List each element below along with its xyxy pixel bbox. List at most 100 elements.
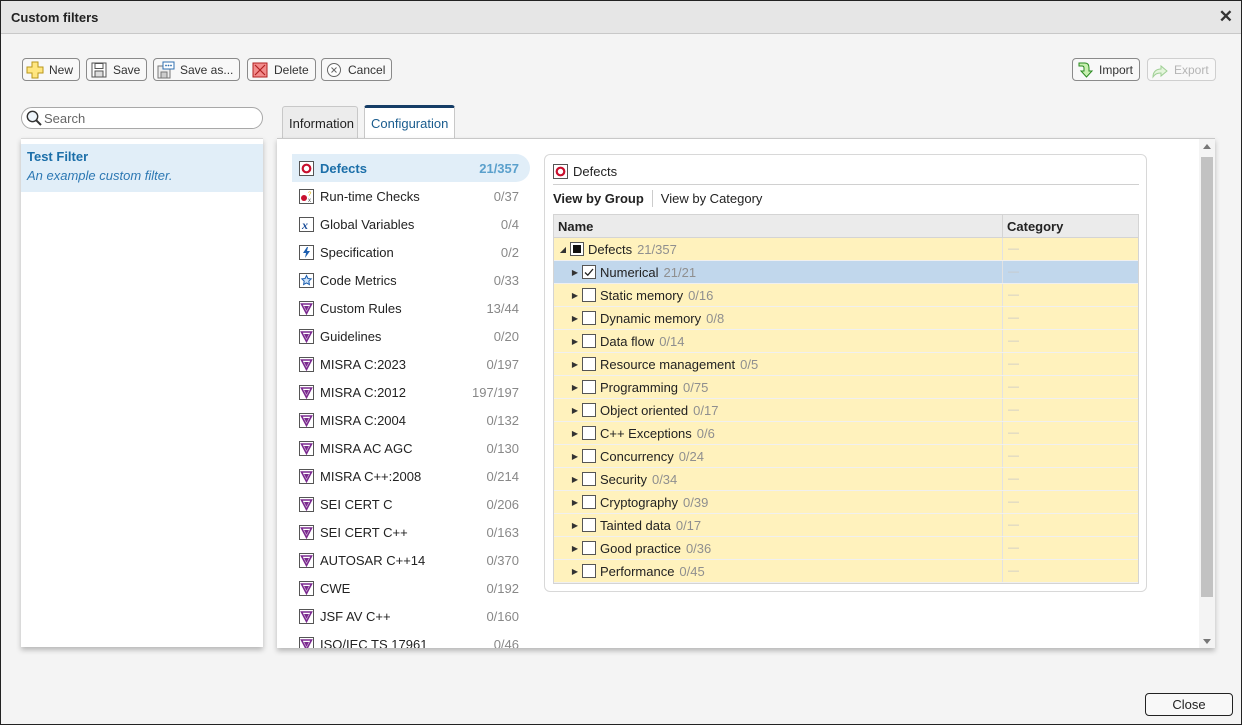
expand-arrow-icon[interactable]: ▶: [570, 268, 580, 277]
checkbox[interactable]: [582, 541, 596, 555]
category-item-autosar-c-14[interactable]: AUTOSAR C++14 0/370: [292, 546, 530, 574]
category-item-guidelines[interactable]: Guidelines 0/20: [292, 322, 530, 350]
tree-row[interactable]: ▶ Tainted data 0/17 —: [554, 514, 1138, 537]
import-button[interactable]: Import: [1072, 58, 1141, 81]
tree-row[interactable]: ▶ C++ Exceptions 0/6 —: [554, 422, 1138, 445]
close-button[interactable]: Close: [1145, 693, 1233, 716]
category-item-code-metrics[interactable]: Code Metrics 0/33: [292, 266, 530, 294]
export-arrow-icon: [1151, 61, 1169, 79]
tree-row[interactable]: ▶ Object oriented 0/17 —: [554, 399, 1138, 422]
tab-configuration[interactable]: Configuration: [364, 105, 455, 138]
scroll-up-icon[interactable]: [1203, 144, 1211, 149]
vertical-scrollbar[interactable]: [1199, 139, 1215, 648]
category-item-misra-c-2023[interactable]: MISRA C:2023 0/197: [292, 350, 530, 378]
tab-information[interactable]: Information: [282, 106, 358, 138]
expand-arrow-icon[interactable]: ▶: [570, 475, 580, 484]
filter-item-test-filter[interactable]: Test Filter An example custom filter.: [21, 144, 263, 192]
checkbox[interactable]: [582, 380, 596, 394]
expand-arrow-icon[interactable]: ▶: [570, 314, 580, 323]
export-button[interactable]: Export: [1147, 58, 1216, 81]
view-by-group-button[interactable]: View by Group: [553, 191, 644, 206]
category-count: 0/2: [500, 244, 519, 260]
defects-icon: [553, 164, 568, 179]
row-name: Object oriented: [600, 402, 689, 418]
expand-arrow-icon[interactable]: ▶: [570, 360, 580, 369]
expand-arrow-icon[interactable]: ▶: [570, 429, 580, 438]
filter-description: An example custom filter.: [27, 168, 173, 183]
category-item-custom-rules[interactable]: Custom Rules 13/44: [292, 294, 530, 322]
checkbox[interactable]: [582, 472, 596, 486]
tree-row[interactable]: ▶ Programming 0/75 —: [554, 376, 1138, 399]
new-button[interactable]: New: [22, 58, 81, 81]
tree-row[interactable]: ▶ Data flow 0/14 —: [554, 330, 1138, 353]
search-input[interactable]: [44, 110, 254, 126]
tree-row[interactable]: ▶ Static memory 0/16 —: [554, 284, 1138, 307]
category-item-misra-c-2012[interactable]: MISRA C:2012 197/197: [292, 378, 530, 406]
category-item-misra-c-2004[interactable]: MISRA C:2004 0/132: [292, 406, 530, 434]
category-item-misra-ac-agc[interactable]: MISRA AC AGC 0/130: [292, 434, 530, 462]
row-count: 0/75: [683, 379, 709, 395]
save-button[interactable]: Save: [86, 58, 148, 81]
tree-row[interactable]: ▶ Performance 0/45 —: [554, 560, 1138, 583]
checkbox[interactable]: [582, 426, 596, 440]
category-item-iso-iec-ts-17961[interactable]: ISO/IEC TS 17961 0/46: [292, 630, 530, 648]
category-item-sei-cert-c[interactable]: SEI CERT C++ 0/163: [292, 518, 530, 546]
checkbox[interactable]: [582, 311, 596, 325]
search-box[interactable]: [21, 107, 263, 129]
partial-checkbox[interactable]: [570, 242, 584, 256]
category-cell: —: [1008, 335, 1019, 347]
category-cell: —: [1008, 427, 1019, 439]
tree-row[interactable]: ▶ Good practice 0/36 —: [554, 537, 1138, 560]
category-item-jsf-av-c[interactable]: JSF AV C++ 0/160: [292, 602, 530, 630]
tree-row[interactable]: ▶ Security 0/34 —: [554, 468, 1138, 491]
category-item-misra-c-2008[interactable]: MISRA C++:2008 0/214: [292, 462, 530, 490]
checkbox[interactable]: [582, 564, 596, 578]
checkbox[interactable]: [582, 518, 596, 532]
category-label: MISRA C:2004: [320, 412, 406, 428]
expand-arrow-icon[interactable]: ▶: [570, 452, 580, 461]
cancel-button[interactable]: Cancel: [321, 58, 393, 81]
coding-standard-icon: [299, 356, 314, 372]
close-icon[interactable]: ✕: [1219, 7, 1233, 27]
checkbox[interactable]: [582, 449, 596, 463]
checkbox[interactable]: [582, 357, 596, 371]
column-header-name[interactable]: Name: [554, 215, 1003, 237]
checkbox[interactable]: [582, 495, 596, 509]
expand-arrow-icon[interactable]: ▶: [570, 498, 580, 507]
category-count: 0/370: [486, 552, 519, 568]
tree-row[interactable]: ▶ Concurrency 0/24 —: [554, 445, 1138, 468]
collapse-arrow-icon[interactable]: ◢: [558, 245, 568, 254]
column-header-category[interactable]: Category: [1003, 215, 1138, 237]
save-as-button[interactable]: Save as...: [153, 58, 241, 81]
view-by-category-button[interactable]: View by Category: [661, 191, 763, 206]
checkbox[interactable]: [582, 334, 596, 348]
category-item-global-variables[interactable]: x Global Variables 0/4: [292, 210, 530, 238]
expand-arrow-icon[interactable]: ▶: [570, 406, 580, 415]
checked-checkbox[interactable]: [582, 265, 596, 279]
category-item-defects[interactable]: Defects 21/357: [292, 154, 530, 182]
tree-row[interactable]: ▶ Dynamic memory 0/8 —: [554, 307, 1138, 330]
expand-arrow-icon[interactable]: ▶: [570, 544, 580, 553]
category-item-specification[interactable]: Specification 0/2: [292, 238, 530, 266]
new-label: New: [49, 62, 74, 77]
delete-button[interactable]: Delete: [247, 58, 316, 81]
category-label: Defects: [320, 160, 367, 176]
tree-row-root[interactable]: ◢ Defects 21/357 —: [554, 238, 1138, 261]
expand-arrow-icon[interactable]: ▶: [570, 567, 580, 576]
tree-row[interactable]: ▶ Resource management 0/5 —: [554, 353, 1138, 376]
tree-header: Name Category: [554, 215, 1138, 238]
checkbox[interactable]: [582, 288, 596, 302]
expand-arrow-icon[interactable]: ▶: [570, 521, 580, 530]
expand-arrow-icon[interactable]: ▶: [570, 291, 580, 300]
category-item-cwe[interactable]: CWE 0/192: [292, 574, 530, 602]
checkbox[interactable]: [582, 403, 596, 417]
tree-row[interactable]: ▶ Numerical 21/21 —: [554, 261, 1138, 284]
scrollbar-thumb[interactable]: [1201, 157, 1213, 597]
category-item-run-time-checks[interactable]: ? x Run-time Checks 0/37: [292, 182, 530, 210]
scroll-down-icon[interactable]: [1203, 639, 1211, 644]
category-cell: —: [1008, 473, 1019, 485]
category-item-sei-cert-c[interactable]: SEI CERT C 0/206: [292, 490, 530, 518]
expand-arrow-icon[interactable]: ▶: [570, 337, 580, 346]
tree-row[interactable]: ▶ Cryptography 0/39 —: [554, 491, 1138, 514]
expand-arrow-icon[interactable]: ▶: [570, 383, 580, 392]
